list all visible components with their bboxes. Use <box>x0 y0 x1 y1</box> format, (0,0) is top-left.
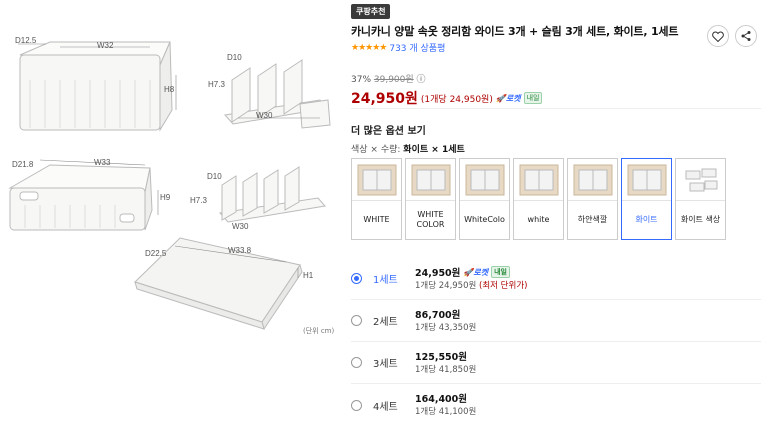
swatch-label: 하얀색깔 <box>577 215 608 224</box>
set-name: 2세트 <box>373 317 398 328</box>
discount-row: 37% 39,900원 ⓘ <box>351 72 542 85</box>
product-info-panel: 쿠팡추천 카니카니 양말 속옷 정리함 와이드 3개 + 슬림 3개 세트, 화… <box>345 0 773 429</box>
set-price: 125,550원 <box>415 352 468 363</box>
tomorrow-delivery-badge: 내일 <box>523 92 543 104</box>
color-swatch[interactable]: 화이트 색상 <box>675 158 726 240</box>
swatch-label: 화이트 색상 <box>680 215 721 224</box>
color-swatch-list: WHITE WHITE COLOR WhiteColo white 하얀색깔 화… <box>351 158 726 240</box>
swatch-thumbnail <box>352 159 401 201</box>
radio-button[interactable] <box>351 315 362 326</box>
set-name: 3세트 <box>373 359 398 370</box>
dim-label: H8 <box>164 85 175 94</box>
set-unit-price: 1개당 43,350원 <box>415 323 477 333</box>
original-price: 39,900원 <box>373 75 414 85</box>
dim-label: D21.8 <box>12 160 34 169</box>
dim-label: W30 <box>256 111 273 120</box>
share-button[interactable] <box>735 25 757 47</box>
product-page: D12.5 W32 H8 D10 H7.3 W30 D21.8 W33 H9 D… <box>0 0 773 429</box>
dim-label: D10 <box>207 172 222 181</box>
product-illustration <box>8 41 331 331</box>
quantity-set-option[interactable]: 2세트 86,700원 1개당 43,350원 <box>351 300 761 342</box>
radio-button[interactable] <box>351 399 362 411</box>
quantity-set-option[interactable]: 3세트 125,550원 1개당 41,850원 <box>351 342 761 384</box>
radio-button[interactable] <box>351 357 362 368</box>
more-options-heading: 더 많은 옵션 보기 <box>351 126 426 137</box>
dim-label: W33.8 <box>228 246 252 255</box>
price-box: 37% 39,900원 ⓘ 24,950원 (1개당 24,950원) 🚀로켓 … <box>351 72 543 108</box>
heart-icon <box>712 30 724 42</box>
set-name: 1세트 <box>373 275 398 286</box>
dim-label: H7.3 <box>208 80 225 89</box>
wishlist-button[interactable] <box>707 25 729 47</box>
swatch-thumbnail <box>676 159 725 201</box>
color-swatch[interactable]: WhiteColo <box>459 158 510 240</box>
unit-price: (1개당 24,950원) <box>420 94 493 105</box>
share-icon <box>741 31 751 41</box>
color-swatch[interactable]: 하얀색깔 <box>567 158 618 240</box>
review-count-link[interactable]: 733 개 상품평 <box>389 41 445 54</box>
recommend-badge: 쿠팡추천 <box>351 4 391 19</box>
swatch-thumbnail <box>622 159 671 201</box>
color-swatch[interactable]: WHITE COLOR <box>405 158 456 240</box>
rocket-delivery-badge: 🚀로켓 <box>495 93 521 103</box>
selected-option-label: 색상 × 수량: 화이트 × 1세트 <box>351 145 465 155</box>
dim-label: H9 <box>160 193 171 202</box>
dim-label: D22.5 <box>145 249 167 258</box>
dim-label: D10 <box>227 53 242 62</box>
quantity-set-option[interactable]: 1세트 24,950원 🚀로켓 내일 1개당 24,950원 (최저 단위가) <box>351 258 761 300</box>
color-swatch-selected[interactable]: 화이트 <box>621 158 672 240</box>
color-swatch[interactable]: WHITE <box>351 158 402 240</box>
swatch-thumbnail <box>514 159 563 201</box>
sale-price: 24,950원 <box>351 91 418 107</box>
dim-label: H7.3 <box>190 196 207 205</box>
set-unit-price: 1개당 41,850원 <box>415 365 477 375</box>
set-unit-price: 1개당 41,100원 <box>415 407 477 417</box>
set-price: 164,400원 <box>415 394 468 405</box>
dim-label: W30 <box>232 222 249 231</box>
quantity-set-option[interactable]: 4세트 164,400원 1개당 41,100원 <box>351 384 761 426</box>
divider <box>351 108 761 109</box>
set-unit-price: 1개당 24,950원 (최저 단위가) <box>415 281 528 291</box>
product-image[interactable]: D12.5 W32 H8 D10 H7.3 W30 D21.8 W33 H9 D… <box>0 0 343 429</box>
radio-button[interactable] <box>351 273 362 284</box>
info-icon[interactable]: ⓘ <box>417 75 426 85</box>
swatch-label: WHITE COLOR <box>416 210 445 229</box>
sale-row: 24,950원 (1개당 24,950원) 🚀로켓 내일 <box>351 88 543 108</box>
set-price-row: 24,950원 🚀로켓 내일 <box>415 265 510 279</box>
discount-rate: 37% <box>351 75 372 85</box>
swatch-label: white <box>527 215 550 224</box>
unit-note: (단위 cm) <box>303 327 335 335</box>
swatch-label: 화이트 <box>635 215 658 224</box>
set-price: 86,700원 <box>415 310 461 321</box>
color-swatch[interactable]: white <box>513 158 564 240</box>
set-name: 4세트 <box>373 401 398 413</box>
rocket-delivery-badge: 🚀로켓 <box>463 267 489 277</box>
swatch-thumbnail <box>460 159 509 201</box>
dim-label: W32 <box>97 41 114 50</box>
star-rating: ★★★★★ <box>351 42 387 53</box>
swatch-label: WhiteColo <box>464 215 505 224</box>
swatch-label: WHITE <box>363 215 390 224</box>
dim-label: W33 <box>94 158 111 167</box>
dim-label: H1 <box>303 271 314 280</box>
dim-label: D12.5 <box>15 36 37 45</box>
quantity-set-list: 1세트 24,950원 🚀로켓 내일 1개당 24,950원 (최저 단위가) … <box>351 258 761 426</box>
swatch-thumbnail <box>406 159 455 201</box>
tomorrow-delivery-badge: 내일 <box>491 266 510 278</box>
swatch-thumbnail <box>568 159 617 201</box>
product-title: 카니카니 양말 속옷 정리함 와이드 3개 + 슬림 3개 세트, 화이트, 1… <box>351 25 679 38</box>
rating-row[interactable]: ★★★★★ 733 개 상품평 <box>351 41 445 55</box>
